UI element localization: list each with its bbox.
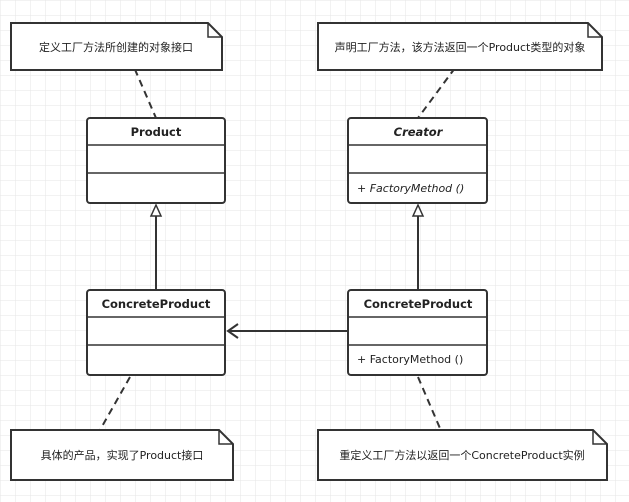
class-method: + FactoryMethod () <box>357 182 464 195</box>
class-concrete-creator[interactable]: ConcreteProduct + FactoryMethod () <box>347 289 488 376</box>
class-creator[interactable]: Creator + FactoryMethod () <box>347 117 488 204</box>
grid-background <box>0 0 629 502</box>
note-concrete-creator[interactable]: 重定义工厂方法以返回一个ConcreteProduct实例 <box>317 429 608 481</box>
note-concrete-product[interactable]: 具体的产品，实现了Product接口 <box>10 429 234 481</box>
class-name: ConcreteProduct <box>364 297 473 311</box>
note-text: 具体的产品，实现了Product接口 <box>41 448 204 462</box>
note-product[interactable]: 定义工厂方法所创建的对象接口 <box>10 22 223 71</box>
note-text: 定义工厂方法所创建的对象接口 <box>39 40 193 54</box>
class-name: ConcreteProduct <box>102 297 211 311</box>
note-text: 重定义工厂方法以返回一个ConcreteProduct实例 <box>339 448 584 462</box>
note-text: 声明工厂方法，该方法返回一个Product类型的对象 <box>335 40 586 54</box>
class-concrete-product[interactable]: ConcreteProduct <box>86 289 226 376</box>
class-method: + FactoryMethod () <box>357 353 463 366</box>
class-name: Creator <box>394 125 444 139</box>
class-name: Product <box>131 125 182 139</box>
class-product[interactable]: Product <box>86 117 226 204</box>
note-creator[interactable]: 声明工厂方法，该方法返回一个Product类型的对象 <box>317 22 603 71</box>
uml-diagram-canvas: 定义工厂方法所创建的对象接口 声明工厂方法，该方法返回一个Product类型的对… <box>0 0 629 502</box>
